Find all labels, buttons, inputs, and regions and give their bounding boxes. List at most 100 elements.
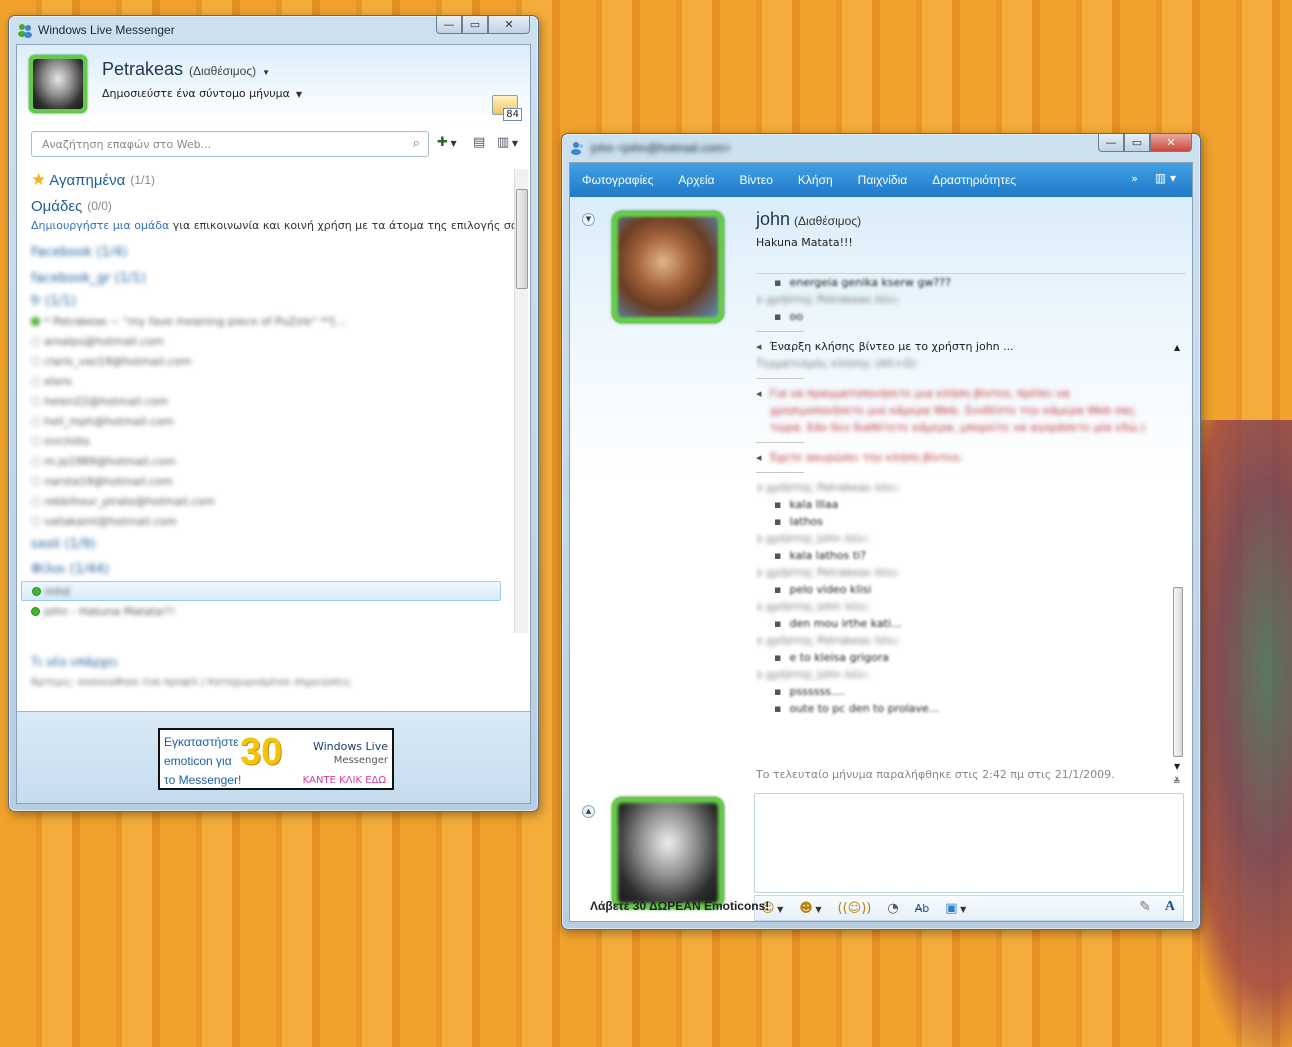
ad-cta[interactable]: ΚΑΝΤΕ ΚΛΙΚ ΕΔΩ [303, 775, 386, 786]
message-line: ▪ kala lathos ti? [756, 547, 1186, 564]
close-button[interactable]: ✕ [1150, 134, 1192, 152]
group-label: Ομάδες [31, 197, 83, 215]
minimize-button[interactable]: — [436, 16, 462, 34]
last-message-timestamp: Το τελευταίο μήνυμα παραλήφθηκε στις 2:4… [756, 768, 1115, 781]
message-text: Για να πραγματοποιήσετε μια κλήση βίντεο… [769, 387, 1070, 400]
list-item[interactable]: rebbihour_pirate@hotmail.com [31, 491, 512, 511]
free-emoticons-promo[interactable]: Λάβετε 30 ΔΩΡΕΑΝ Emoticons! [590, 899, 769, 913]
group-fr[interactable]: fr (1/1) [31, 291, 512, 311]
font-icon[interactable]: A̶b [915, 902, 930, 915]
list-item[interactable]: valiakaint@hotmail.com [31, 511, 512, 531]
personal-message[interactable]: Δημοσιεύστε ένα σύντομο μήνυμα ▼ [102, 87, 302, 100]
list-item[interactable]: john - Hakuna Matata!!! [31, 601, 512, 621]
group-sxoli[interactable]: sxoli (1/9) [31, 531, 512, 557]
whats-new-title[interactable]: Τι νέο υπάρχει [31, 655, 518, 677]
bullet-icon: ▪ [774, 617, 782, 630]
ad-line: emoticon για [164, 754, 232, 768]
messenger-titlebar[interactable]: Windows Live Messenger — ▭ ✕ [9, 16, 538, 44]
add-contact-icon[interactable]: ✚ ▼ [437, 135, 457, 150]
menu-call[interactable]: Κλήση [798, 173, 833, 187]
caption-buttons: — ▭ ✕ [436, 16, 530, 34]
status-online-icon [31, 606, 40, 616]
contact-personal-message: Hakuna Matata!!! [756, 236, 853, 249]
scrollbar-thumb[interactable] [516, 189, 528, 289]
list-item[interactable]: mrchillis [31, 431, 512, 451]
whats-new-section: Τι νέο υπάρχει Άρτεμις: ανανεώθηκε ένα π… [31, 655, 518, 688]
change-layout-icon[interactable]: ▤ [473, 135, 485, 150]
voice-clip-icon[interactable]: ◔ [887, 901, 898, 916]
messenger-window: Windows Live Messenger — ▭ ✕ Petrakeas (Δ… [8, 15, 539, 812]
list-item[interactable]: helen22@hotmail.com [31, 391, 512, 411]
collapse-icon[interactable]: ▲ [582, 805, 595, 818]
group-groups[interactable]: Ομάδες (0/0) [31, 193, 512, 219]
more-chevron-icon[interactable]: » [1131, 172, 1138, 185]
display-name[interactable]: Petrakeas (Διαθέσιμος) ▼ [102, 59, 270, 80]
personal-message-text: Δημοσιεύστε ένα σύντομο μήνυμα [102, 87, 290, 100]
menu-icon[interactable]: ▥ ▼ [497, 135, 518, 150]
maximize-button[interactable]: ▭ [462, 16, 488, 34]
handwriting-icon[interactable]: ✎ [1139, 899, 1151, 915]
personal-message-dropdown-icon[interactable]: ▼ [296, 90, 302, 99]
scrollbar-thumb[interactable] [1173, 587, 1183, 757]
conversation-titlebar[interactable]: john <john@hotmail.com> — ▭ ✕ [562, 134, 1200, 162]
options-menu-icon[interactable]: ▥ ▾ [1155, 171, 1176, 185]
own-avatar[interactable] [612, 797, 724, 909]
menu-video[interactable]: Βίντεο [739, 173, 772, 187]
collapse-icon[interactable]: ▼ [582, 213, 595, 226]
window-title: john <john@hotmail.com> [591, 141, 731, 155]
menu-files[interactable]: Αρχεία [678, 173, 714, 187]
contact-name: narsta19@hotmail.com [44, 474, 173, 488]
avatar[interactable] [29, 55, 87, 113]
list-item-selected[interactable]: mhd [21, 581, 501, 601]
group-facebook-gr[interactable]: facebook_gr (1/1) [31, 265, 512, 291]
contact-name: john - Hakuna Matata!!! [44, 604, 176, 618]
close-button[interactable]: ✕ [488, 16, 530, 34]
list-item[interactable]: heli_mph@hotmail.com [31, 411, 512, 431]
contact-avatar[interactable] [612, 211, 724, 323]
menu-photos[interactable]: Φωτογραφίες [582, 173, 653, 187]
list-item[interactable]: claris_vaz19@hotmail.com [31, 351, 512, 371]
menu-games[interactable]: Παιχνίδια [858, 173, 908, 187]
maximize-button[interactable]: ▭ [1124, 134, 1150, 152]
background-icon[interactable]: ▣ ▼ [945, 901, 966, 916]
wink-icon[interactable]: ☻ ▼ [799, 901, 821, 916]
history-separator [756, 442, 804, 443]
list-item[interactable]: elero [31, 371, 512, 391]
whats-new-item[interactable]: Άρτεμις: ανανεώθηκε ένα προφίλ | Καταχωρ… [31, 677, 518, 688]
minimize-button[interactable]: — [1098, 134, 1124, 152]
status-dropdown-icon[interactable]: ▼ [262, 68, 270, 77]
message-text: τώρα. Εάν δεν διαθέτετε κάμερα, μπορείτε… [770, 421, 1145, 434]
list-item[interactable]: m.ja1989@hotmail.com [31, 451, 512, 471]
bullet-icon: ▪ [774, 549, 782, 562]
group-facebook[interactable]: Facebook (1/4) [31, 239, 512, 265]
group-friends[interactable]: Φίλοι (1/44) [31, 557, 512, 581]
create-group-text: για επικοινωνία και κοινή χρήση με τα άτ… [169, 219, 525, 232]
emoticon-ad-banner[interactable]: Εγκαταστήστε emoticon για το Messenger! … [158, 728, 394, 790]
history-scrollbar[interactable]: ▲ ▼ ≚ [1172, 343, 1184, 793]
search-input[interactable]: Αναζήτηση επαφών στο Web... ⌕ [31, 131, 429, 157]
create-group-link[interactable]: Δημιουργήστε μια ομάδα [31, 219, 169, 232]
list-item[interactable]: narsta19@hotmail.com [31, 471, 512, 491]
group-favorites[interactable]: ★ Αγαπημένα (1/1) [31, 167, 512, 193]
bullet-icon: ▪ [774, 276, 782, 289]
search-icon[interactable]: ⌕ [413, 136, 420, 151]
text-format-icon[interactable]: A [1165, 899, 1175, 915]
splitter-icon[interactable]: ≚ [1173, 777, 1181, 787]
menu-activities[interactable]: Δραστηριότητες [932, 173, 1016, 187]
list-item[interactable]: * Petrakeas ~ "my fave meaning piece of … [31, 311, 512, 331]
contact-name: valiakaint@hotmail.com [44, 514, 177, 528]
list-item[interactable]: aroalps@hotmail.com [31, 331, 512, 351]
message-line: ▪ oo [756, 308, 1186, 325]
message-text: ο χρήστης Petrakeas λέει: [756, 634, 901, 647]
alert-line: χρησιμοποιήσετε μια κάμερα Web. Συνδέστε… [756, 402, 1186, 419]
contact-name: aroalps@hotmail.com [44, 334, 164, 348]
bullet-icon: ◂ [756, 340, 762, 353]
contact-list-scrollbar[interactable] [514, 169, 528, 633]
nudge-icon[interactable]: ((☺)) [838, 901, 872, 916]
conversation-toolbar: Φωτογραφίες Αρχεία Βίντεο Κλήση Παιχνίδι… [570, 163, 1192, 197]
scroll-down-icon[interactable]: ▼ [1174, 762, 1180, 771]
message-text: pelo video klisi [789, 583, 872, 596]
scroll-up-icon[interactable]: ▲ [1174, 343, 1180, 352]
message-input[interactable] [754, 793, 1184, 893]
mail-inbox[interactable]: 84 [492, 95, 522, 121]
